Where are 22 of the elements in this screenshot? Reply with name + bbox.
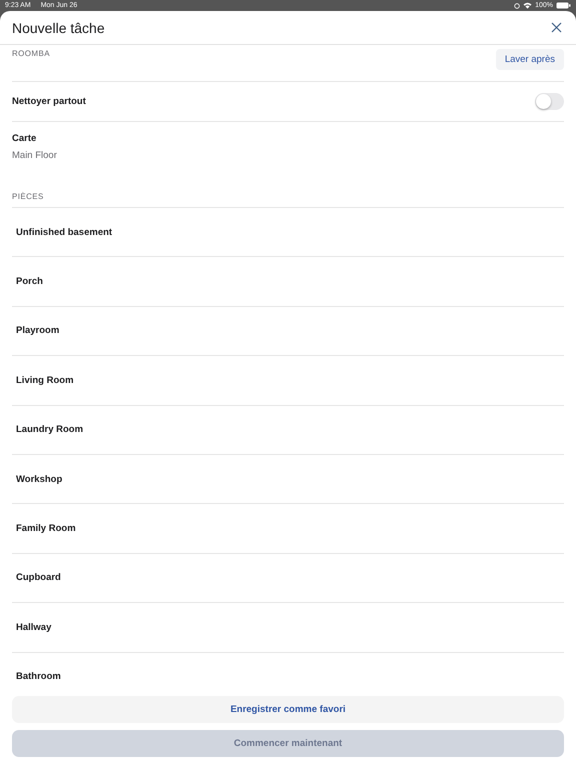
sheet-title: Nouvelle tâche bbox=[12, 20, 105, 36]
room-row[interactable]: Workshop bbox=[12, 454, 564, 504]
map-value[interactable]: Main Floor bbox=[12, 150, 564, 161]
room-row[interactable]: Playroom bbox=[12, 306, 564, 356]
close-button[interactable] bbox=[549, 20, 564, 35]
room-row[interactable]: Hallway bbox=[12, 603, 564, 653]
room-row[interactable]: Living Room bbox=[12, 356, 564, 406]
wash-after-button[interactable]: Laver après bbox=[496, 49, 564, 70]
room-row[interactable]: Laundry Room bbox=[12, 406, 564, 455]
save-favorite-button[interactable]: Enregistrer comme favori bbox=[12, 696, 564, 723]
map-label: Carte bbox=[12, 133, 38, 144]
clean-everywhere-toggle[interactable] bbox=[535, 93, 564, 110]
close-icon bbox=[551, 22, 562, 33]
room-row[interactable]: Unfinished basement bbox=[12, 208, 564, 258]
section-label: PIÈCES bbox=[12, 192, 44, 201]
room-row[interactable]: Cupboard bbox=[12, 554, 564, 604]
room-row[interactable]: Family Room bbox=[12, 504, 564, 554]
section-label: ROOMBA bbox=[12, 49, 50, 58]
wifi-icon bbox=[523, 2, 532, 9]
room-row[interactable]: Porch bbox=[12, 257, 564, 307]
battery-icon bbox=[556, 2, 571, 9]
clean-everywhere-label: Nettoyer partout bbox=[12, 96, 86, 107]
